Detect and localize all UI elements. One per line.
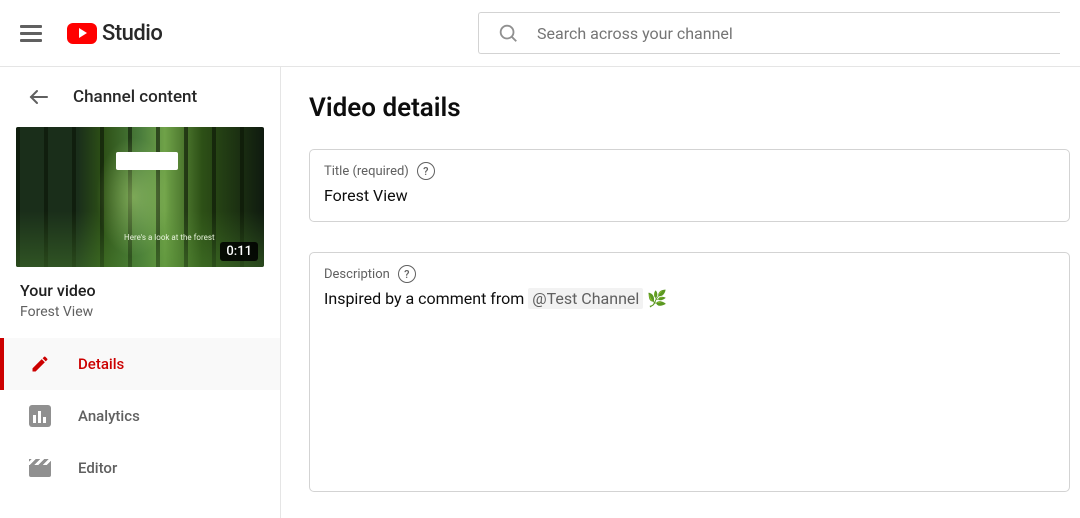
video-title-sidebar: Forest View: [20, 304, 260, 320]
help-icon[interactable]: ?: [398, 265, 416, 283]
youtube-play-icon: [67, 23, 97, 44]
sidebar: Channel content Here's a look at the for…: [0, 67, 281, 518]
search-icon: [497, 22, 519, 44]
sidebar-item-label: Editor: [78, 459, 117, 477]
search-bar[interactable]: [478, 12, 1060, 54]
description-field[interactable]: Description ? Inspired by a comment from…: [309, 252, 1070, 492]
main-content: Video details Title (required) ? Forest …: [281, 67, 1080, 518]
description-field-value[interactable]: Inspired by a comment from @Test Channel…: [324, 289, 1055, 308]
analytics-icon: [28, 404, 52, 428]
logo-text: Studio: [102, 21, 162, 46]
sidebar-item-analytics[interactable]: Analytics: [0, 390, 280, 442]
thumbnail-overlay-card: [116, 152, 178, 170]
pencil-icon: [28, 352, 52, 376]
back-arrow-icon[interactable]: [27, 85, 51, 109]
sidebar-title: Channel content: [73, 87, 197, 107]
sidebar-item-details[interactable]: Details: [0, 338, 280, 390]
sidebar-item-label: Analytics: [78, 407, 140, 425]
youtube-studio-logo[interactable]: Studio: [67, 21, 162, 46]
leaf-emoji: 🌿: [647, 289, 667, 308]
your-video-heading: Your video: [20, 281, 260, 300]
thumbnail-caption: Here's a look at the forest: [124, 233, 215, 243]
page-title: Video details: [309, 93, 1070, 123]
app-header: Studio: [0, 0, 1080, 67]
video-thumbnail[interactable]: Here's a look at the forest 0:11: [16, 127, 264, 267]
title-field-value[interactable]: Forest View: [324, 186, 1055, 205]
title-field[interactable]: Title (required) ? Forest View: [309, 149, 1070, 222]
sidebar-item-editor[interactable]: Editor: [0, 442, 280, 494]
video-duration-badge: 0:11: [220, 242, 258, 261]
sidebar-item-label: Details: [78, 355, 124, 373]
description-field-label: Description: [324, 267, 390, 282]
mention-chip[interactable]: @Test Channel: [528, 288, 643, 309]
title-field-label: Title (required): [324, 164, 409, 179]
hamburger-menu-icon[interactable]: [20, 25, 42, 42]
clapperboard-icon: [28, 456, 52, 480]
search-input[interactable]: [537, 24, 1042, 43]
help-icon[interactable]: ?: [417, 162, 435, 180]
